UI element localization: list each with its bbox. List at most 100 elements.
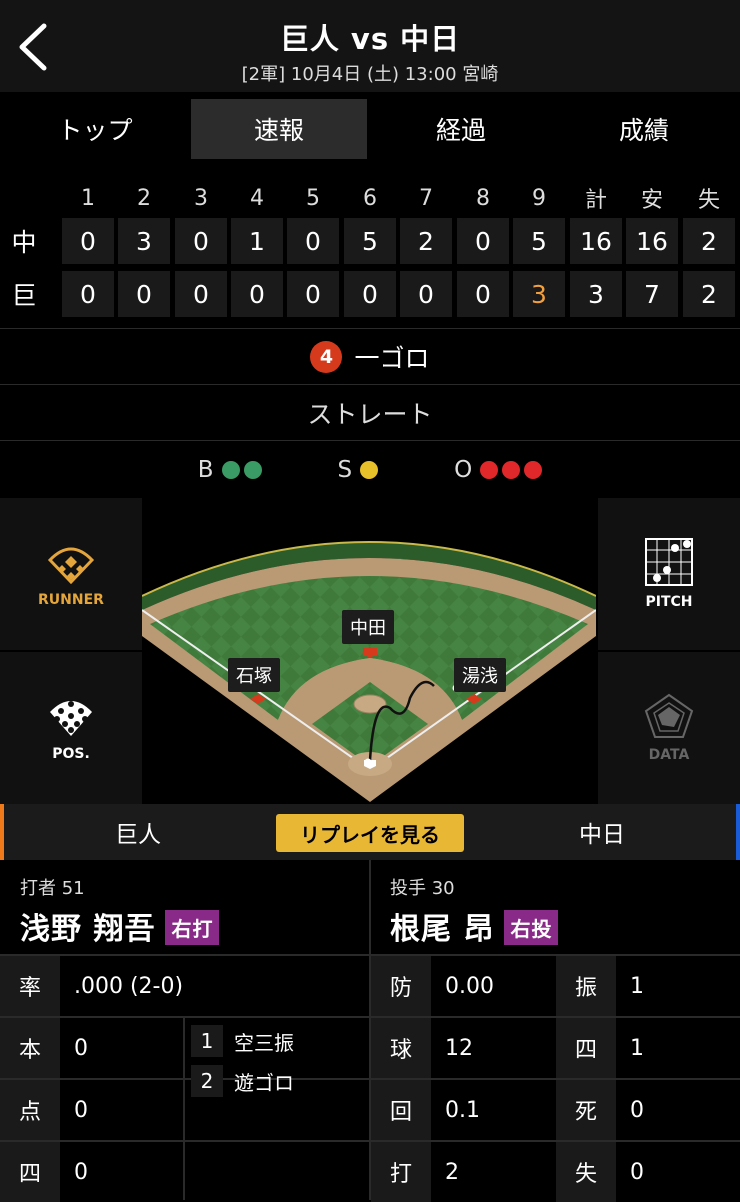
inning-header: 3 (194, 185, 208, 211)
out-dots (476, 457, 543, 483)
fielder-right-label: 湯浅 (454, 658, 506, 692)
radar-chart-icon (644, 693, 694, 738)
pitcher-name-row: 根尾 昂右投 (390, 904, 559, 948)
pitcher-stat-value: 0.00 (445, 973, 494, 999)
game-subtitle: [2軍] 10月4日 (土) 13:00 宮崎 (241, 64, 499, 85)
score-cell: 16 (626, 218, 678, 264)
play-result: 4 一ゴロ (0, 328, 740, 384)
score-cell: 16 (570, 218, 622, 264)
pitcher-stat-label: 死 (556, 1080, 616, 1140)
ball-dots (218, 457, 262, 483)
outs-label: O (454, 456, 473, 483)
data-button[interactable]: DATA (598, 652, 740, 804)
pitcher-stat-label: 球 (371, 1018, 431, 1078)
batter-stat-value: 0 (74, 1035, 88, 1061)
score-cell: 0 (175, 271, 227, 317)
pitch-button[interactable]: PITCH (598, 498, 740, 650)
inning-header: 4 (250, 185, 264, 211)
score-cell: 0 (400, 271, 452, 317)
runner-button[interactable]: RUNNER (0, 498, 142, 650)
at-bat-number: 1 (191, 1025, 223, 1057)
strikes-indicator: S (338, 457, 379, 483)
pitcher-stat-value: 2 (445, 1159, 459, 1185)
inning-header: 5 (306, 185, 320, 211)
batter-stat-label: 点 (0, 1080, 60, 1140)
score-cell: 3 (118, 218, 170, 264)
score-cell: 3 (570, 271, 622, 317)
score-cell: 0 (344, 271, 396, 317)
batter-results-divider (183, 1016, 185, 1200)
score-cell: 1 (231, 218, 283, 264)
inning-header: 7 (419, 185, 433, 211)
pitch-grid-icon (645, 538, 693, 586)
header: 巨人 vs 中日 [2軍] 10月4日 (土) 13:00 宮崎 (0, 0, 740, 92)
play-result-text: 一ゴロ (354, 343, 430, 373)
score-cell: 7 (626, 271, 678, 317)
inning-header: 安 (640, 188, 663, 213)
score-cell: 2 (400, 218, 452, 264)
data-label: DATA (648, 747, 690, 763)
fielder-position-badge: 4 (310, 340, 343, 373)
pitcher-stat-value: 12 (445, 1035, 473, 1061)
pitcher-stat-label: 防 (371, 956, 431, 1016)
pitcher-stat-value: 0 (630, 1097, 644, 1123)
pitcher-stat-label: 四 (556, 1018, 616, 1078)
replay-button[interactable]: リプレイを見る (276, 814, 464, 852)
pitcher-stat-value: 0.1 (445, 1097, 480, 1123)
balls-indicator: B (198, 457, 262, 483)
inning-header: 9 (532, 185, 546, 211)
pitcher-stat-value: 1 (630, 973, 644, 999)
score-cell: 0 (457, 218, 509, 264)
inning-header: 8 (476, 185, 490, 211)
batter-stat-label: 四 (0, 1142, 60, 1202)
pitcher-stat-value: 0 (630, 1159, 644, 1185)
pitcher-header: 投手 30 根尾 昂右投 (370, 860, 740, 954)
runner-label: RUNNER (38, 592, 104, 608)
batter-name: 浅野 翔吾 (20, 912, 156, 947)
pitcher-name: 根尾 昂 (390, 912, 495, 947)
outs-indicator: O (454, 456, 543, 483)
at-bat-result: 空三振 (234, 1030, 294, 1055)
strike-dot (360, 461, 379, 479)
out-dot (524, 461, 543, 479)
batter-name-row: 浅野 翔吾 右打 (20, 904, 220, 948)
team-row-label: 中 (11, 228, 37, 257)
pitch-label: PITCH (645, 594, 693, 610)
score-cell: 2 (683, 218, 735, 264)
field-panel: 中田 石塚 湯浅 RUNNER POS. PITCH DATA (0, 498, 740, 804)
score-cell: 3 (513, 271, 565, 317)
tab-top[interactable]: トップ (7, 99, 183, 159)
score-cell: 0 (287, 218, 339, 264)
ball-count: B S O (0, 440, 740, 498)
batter-stat-value: .000 (2-0) (74, 973, 184, 999)
score-cell: 5 (513, 218, 565, 264)
pitcher-stat-value: 1 (630, 1035, 644, 1061)
inning-header: 計 (584, 188, 607, 213)
score-cell: 0 (287, 271, 339, 317)
batter-header: 打者 51 浅野 翔吾 右打 (0, 860, 370, 954)
pitcher-stat-label: 回 (371, 1080, 431, 1140)
at-bat-number: 2 (191, 1065, 223, 1097)
score-cell: 0 (62, 218, 114, 264)
positions-icon (50, 701, 92, 736)
batter-stat-label: 本 (0, 1018, 60, 1078)
pitcher-stat-label: 振 (556, 956, 616, 1016)
tab-stats[interactable]: 成績 (556, 99, 732, 159)
away-team-name[interactable]: 中日 (464, 804, 740, 860)
inning-header: 6 (363, 185, 377, 211)
ball-dot (243, 461, 262, 479)
pitcher-hand-badge: 右投 (504, 910, 559, 945)
score-cell: 0 (118, 271, 170, 317)
inning-header: 失 (697, 188, 720, 213)
batter-role: 打者 51 (20, 878, 85, 899)
home-team-name[interactable]: 巨人 (0, 804, 276, 860)
tab-progress[interactable]: 経過 (373, 99, 549, 159)
runner-diamond-icon (47, 547, 95, 584)
tab-bar: トップ 速報 経過 成績 (0, 92, 740, 166)
tab-live[interactable]: 速報 (191, 99, 367, 159)
pos-button[interactable]: POS. (0, 652, 142, 804)
batter-hand-badge: 右打 (165, 910, 220, 945)
pitcher-role: 投手 30 (390, 878, 455, 899)
pitcher-stat-label: 失 (556, 1142, 616, 1202)
score-cell: 0 (62, 271, 114, 317)
